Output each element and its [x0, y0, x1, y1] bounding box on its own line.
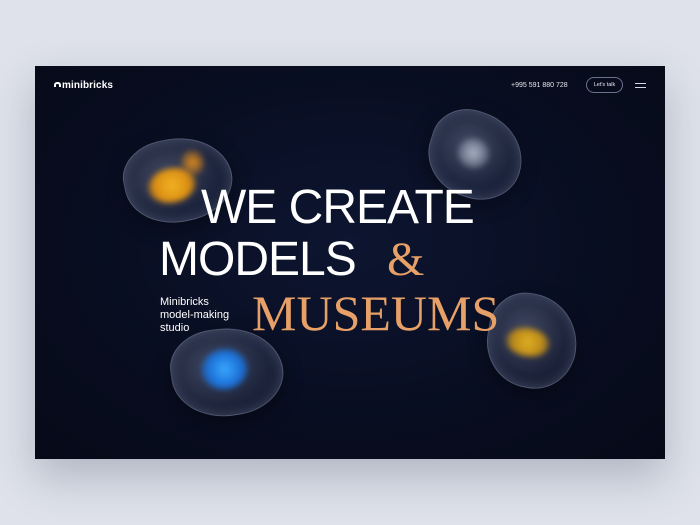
logo-text: minibricks	[62, 80, 114, 91]
phone-number[interactable]: +995 591 880 728	[511, 82, 568, 89]
subtitle-line: model-making	[160, 309, 230, 321]
logo[interactable]: minibricks	[54, 80, 113, 91]
logo-mark-icon	[54, 82, 61, 87]
headline-line-1: WE CREATE	[201, 181, 475, 234]
lets-talk-button[interactable]: Let's talk	[586, 77, 623, 93]
headline-line-3: MUSEUMS	[252, 285, 500, 341]
landing-page: minibricks +995 591 880 728 Let's talk W…	[35, 66, 665, 459]
subtitle-line: Minibricks	[160, 296, 209, 308]
subtitle-line: studio	[160, 322, 190, 334]
hero-subtitle: Minibricks model-making studio	[160, 296, 229, 335]
hamburger-menu-icon[interactable]	[635, 83, 646, 88]
headline-ampersand: &	[387, 233, 425, 286]
headline-line-2: MODELS	[159, 233, 357, 286]
